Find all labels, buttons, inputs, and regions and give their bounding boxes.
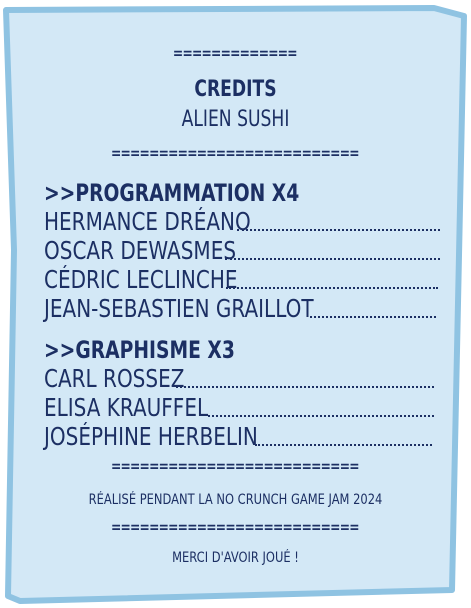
separator-header: ========================== — [111, 144, 360, 162]
credit-name: JEAN-SEBASTIEN GRAILLOT — [44, 294, 314, 323]
credits-content: ============= CREDITS ALIEN SUSHI ======… — [0, 0, 471, 608]
credit-name: OSCAR DEWASMES — [44, 236, 237, 265]
credit-row-programming-2: OSCAR DEWASMES — [44, 236, 440, 265]
dot-leader — [255, 444, 432, 446]
game-jam-note: RÉALISÉ PENDANT LA NO CRUNCH GAME JAM 20… — [88, 492, 383, 508]
section-programming-heading: >>PROGRAMMATION X4 — [44, 179, 300, 207]
dot-leader — [226, 287, 438, 289]
game-title: ALIEN SUSHI — [181, 107, 290, 132]
credit-row-programming-1: HERMANCE DRÉANO — [44, 207, 440, 236]
separator-after-credits: ========================== — [111, 457, 360, 475]
credit-row-graphics-3: JOSÉPHINE HERBELIN — [44, 422, 432, 451]
section-graphics-heading: >>GRAPHISME X3 — [44, 336, 235, 364]
separator-footer: ========================== — [111, 518, 360, 536]
dot-leader — [208, 415, 434, 417]
thanks-message: MERCI D'AVOIR JOUÉ ! — [172, 550, 299, 566]
credit-name: CARL ROSSEZ — [44, 364, 185, 393]
credit-name: JOSÉPHINE HERBELIN — [44, 422, 258, 451]
dot-leader — [225, 258, 440, 260]
credits-title: CREDITS — [194, 77, 277, 102]
credit-name: ELISA KRAUFFEL — [44, 393, 209, 422]
dot-leader — [237, 229, 440, 231]
credit-row-graphics-1: CARL ROSSEZ — [44, 364, 434, 393]
credit-row-programming-4: JEAN-SEBASTIEN GRAILLOT — [44, 294, 436, 323]
credit-row-graphics-2: ELISA KRAUFFEL — [44, 393, 434, 422]
credit-row-programming-3: CÉDRIC LECLINCHE — [44, 265, 438, 294]
separator-top: ============= — [173, 44, 298, 62]
credit-name: CÉDRIC LECLINCHE — [44, 265, 238, 294]
credit-name: HERMANCE DRÉANO — [44, 207, 251, 236]
dot-leader — [176, 386, 434, 388]
dot-leader — [310, 316, 436, 318]
